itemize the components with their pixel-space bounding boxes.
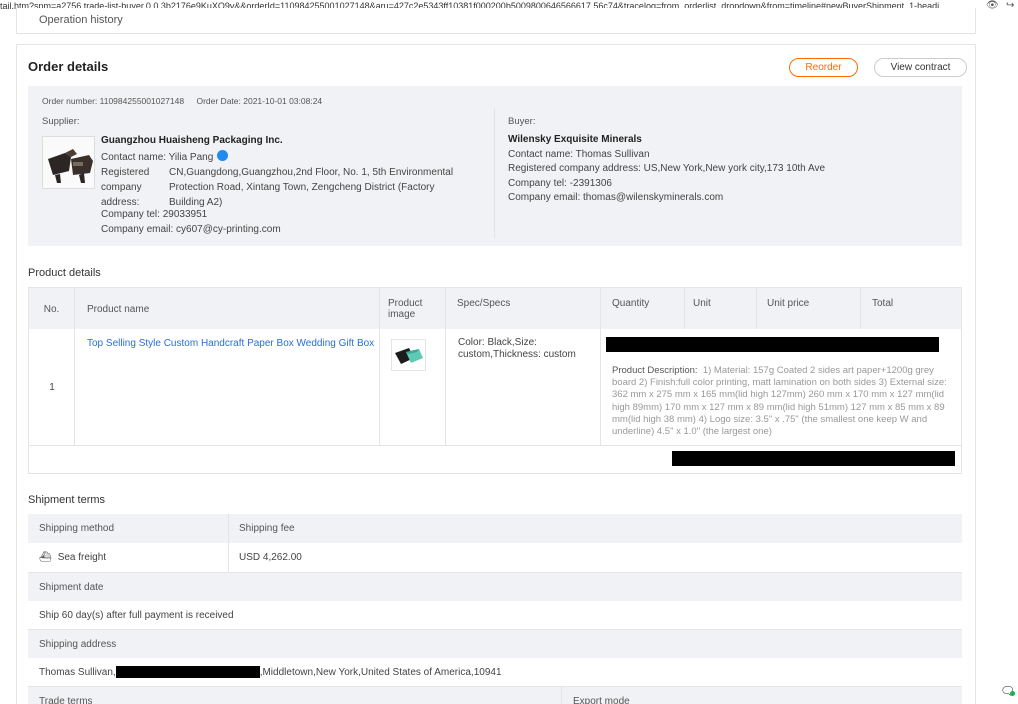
ship-icon: ⛴ [39, 552, 52, 563]
shipping-address-header: Shipping address [28, 630, 962, 658]
operation-history-section: Operation history [16, 8, 976, 34]
shipping-address-label: Shipping address [39, 638, 117, 650]
table-footer-divider [29, 445, 961, 446]
shipping-fee: USD 4,262.00 [239, 552, 302, 563]
supplier-contact: Contact name: Yilia Pang [101, 150, 229, 163]
buyer-address: Registered company address: US,New York,… [508, 163, 826, 174]
share-icon[interactable]: ↪ [1006, 0, 1014, 12]
product-description-label: Product Description: [612, 365, 698, 376]
product-details-title: Product details [28, 267, 101, 279]
col-header-no: No. [29, 288, 75, 329]
redacted-street-address [115, 666, 260, 678]
shipping-address-row: Thomas Sullivan, ,Middletown,New York,Un… [28, 658, 962, 687]
eye-off-icon[interactable]: 👁 [986, 0, 999, 12]
buyer-label: Buyer: [508, 116, 536, 127]
buyer-tel: Company tel: -2391306 [508, 178, 612, 189]
reorder-button[interactable]: Reorder [789, 58, 858, 77]
shipment-date-header: Shipment date [28, 573, 962, 601]
supplier-label: Supplier: [42, 116, 80, 127]
shipping-value-row: ⛴ Sea freight USD 4,262.00 [28, 543, 962, 573]
export-mode-label: Export mode [561, 687, 630, 704]
supplier-product-image [42, 136, 95, 189]
trade-terms-label: Trade terms [39, 695, 93, 704]
col-header-product-name: Product name [75, 288, 380, 329]
product-table-header: No. Product name Product image Spec/Spec… [29, 288, 961, 329]
supplier-address: CN,Guangdong,Guangzhou,2nd Floor, No. 1,… [169, 167, 454, 208]
supplier-email: Company email: cy607@cy-printing.com [101, 224, 281, 235]
product-spec: Color: Black,Size: custom,Thickness: cus… [458, 337, 576, 360]
buyer-email: Company email: thomas@wilenskyminerals.c… [508, 192, 724, 203]
product-description: Product Description: 1) Material: 157g C… [612, 365, 952, 438]
order-info-panel: Order number: 110984255001027148 Order D… [28, 86, 962, 246]
shipping-method-label: Shipping method [39, 523, 115, 534]
trade-terms-header: Trade terms Export mode [28, 687, 962, 704]
col-header-unit-price: Unit price [757, 288, 861, 329]
col-header-spec: Spec/Specs [446, 288, 601, 329]
supplier-address-label: Registered company address: [101, 167, 150, 208]
col-header-total: Total [872, 298, 894, 309]
message-icon[interactable]: 🗨 [1000, 684, 1016, 698]
shipping-fee-label: Shipping fee [239, 523, 295, 534]
supplier-tel: Company tel: 29033951 [101, 209, 208, 220]
shipment-terms-title: Shipment terms [28, 494, 106, 506]
col-header-product-image: Product image [380, 288, 446, 329]
buyer-name: Wilensky Exquisite Minerals [508, 134, 642, 145]
shipping-address-name: Thomas Sullivan, [39, 666, 116, 678]
product-name-link[interactable]: Top Selling Style Custom Handcraft Paper… [87, 338, 374, 349]
redacted-total-amount [672, 451, 955, 466]
shipment-date: Ship 60 day(s) after full payment is rec… [39, 609, 234, 621]
shipping-address: Thomas Sullivan, ,Middletown,New York,Un… [28, 658, 502, 686]
order-meta: Order number: 110984255001027148 Order D… [42, 96, 332, 106]
supplier-name[interactable]: Guangzhou Huaisheng Packaging Inc. [101, 135, 283, 146]
panel-divider [494, 108, 495, 238]
order-details-title: Order details [28, 59, 109, 74]
buyer-contact: Contact name: Thomas Sullivan [508, 149, 650, 160]
col-header-quantity: Quantity [601, 288, 685, 329]
product-table: No. Product name Product image Spec/Spec… [28, 287, 962, 474]
shipping-address-city: ,Middletown,New York,United States of Am… [259, 666, 502, 678]
view-contract-button[interactable]: View contract [874, 58, 967, 77]
operation-history-title[interactable]: Operation history [39, 14, 123, 26]
order-date: Order Date: 2021-10-01 03:08:24 [196, 96, 323, 106]
col-header-unit: Unit [685, 288, 757, 329]
redacted-quantity-row [606, 337, 939, 352]
online-status-dot [1010, 691, 1015, 696]
product-thumbnail[interactable] [391, 339, 426, 371]
row-number: 1 [49, 382, 55, 393]
shipment-date-row: Ship 60 day(s) after full payment is rec… [28, 601, 962, 630]
shipping-method-value: ⛴ Sea freight [28, 543, 106, 572]
shipment-date-label: Shipment date [39, 581, 104, 593]
supplier-contact-name: Contact name: Yilia Pang [101, 152, 214, 163]
chat-icon[interactable] [217, 150, 229, 161]
order-number: Order number: 110984255001027148 [42, 96, 185, 106]
shipping-method: Sea freight [57, 552, 107, 563]
shipping-header-row: Shipping method Shipping fee [28, 514, 962, 543]
